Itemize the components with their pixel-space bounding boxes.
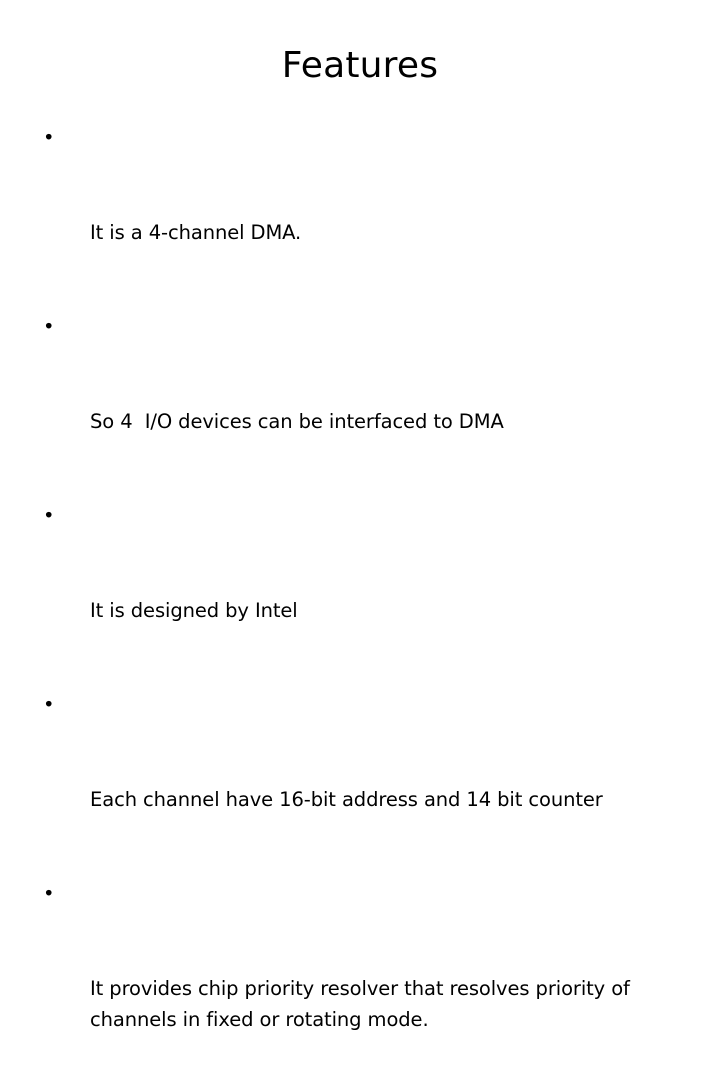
page-title: Features: [281, 45, 439, 86]
bullet-point-icon: •: [43, 126, 55, 149]
list-item: • Each channel have 16-bit address and 1…: [36, 689, 684, 878]
list-item-text: Each channel have 16-bit address and 14 …: [90, 787, 603, 811]
bullet-point-icon: •: [43, 882, 55, 905]
list-item: • It provides chip priority resolver tha…: [36, 878, 684, 1080]
list-item: • So 4 I/O devices can be interfaced to …: [36, 311, 684, 500]
list-item: • It is designed by Intel: [36, 500, 684, 689]
bullet-point-icon: •: [43, 504, 55, 527]
list-item-text: So 4 I/O devices can be interfaced to DM…: [90, 409, 504, 433]
bullet-point-icon: •: [43, 693, 55, 716]
bullet-list: • It is a 4-channel DMA. • So 4 I/O devi…: [36, 122, 684, 1080]
list-item-text: It is a 4-channel DMA.: [90, 220, 302, 244]
list-item: • It is a 4-channel DMA.: [36, 122, 684, 311]
bullet-point-icon: •: [43, 315, 55, 338]
list-item-text: It provides chip priority resolver that …: [90, 976, 636, 1032]
list-item-text: It is designed by Intel: [90, 598, 298, 622]
slide-canvas: Features • It is a 4-channel DMA. • So 4…: [0, 0, 720, 1031]
